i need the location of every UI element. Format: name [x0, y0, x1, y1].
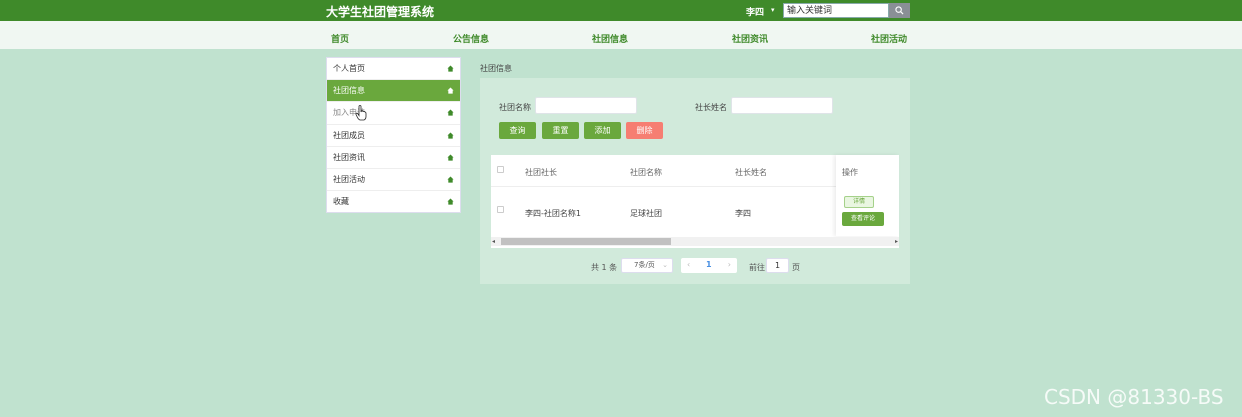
- club-name-label: 社团名称: [499, 103, 531, 112]
- detail-button[interactable]: 详情: [844, 196, 874, 208]
- sidebar-item-label: 社团信息: [333, 86, 365, 96]
- chevron-down-icon: ⌄: [662, 261, 668, 269]
- view-comments-button[interactable]: 查看评论: [842, 212, 884, 226]
- home-icon: [447, 109, 454, 116]
- chevron-down-icon[interactable]: ▾: [771, 6, 775, 14]
- query-button[interactable]: 查询: [499, 122, 536, 139]
- cell-club-name: 足球社团: [630, 209, 662, 218]
- watermark: CSDN @81330-BS: [1044, 385, 1224, 409]
- operations-column: 操作 详情 查看评论: [836, 155, 899, 236]
- sidebar-item-club-info[interactable]: 社团信息: [327, 80, 460, 103]
- sidebar-item-profile[interactable]: 个人首页: [327, 58, 460, 81]
- page-size-value: 7条/页: [634, 261, 655, 269]
- column-header: 操作: [842, 168, 858, 177]
- scroll-thumb[interactable]: [501, 238, 671, 245]
- sidebar: 个人首页 社团信息 加入申请 社团成员 社团资讯 社团活动 收藏: [326, 57, 461, 213]
- current-page[interactable]: 1: [706, 260, 712, 269]
- search-button[interactable]: [889, 3, 910, 18]
- main-nav: 首页 公告信息 社团信息 社团资讯 社团活动: [0, 21, 1242, 49]
- search-icon: [895, 6, 904, 15]
- sidebar-item-label: 个人首页: [333, 64, 365, 73]
- home-icon: [447, 65, 454, 72]
- cell-president-name: 李四: [735, 209, 751, 218]
- breadcrumb: 社团信息: [480, 64, 512, 73]
- column-header: 社团社长: [525, 168, 557, 177]
- home-icon: [447, 176, 454, 183]
- scroll-right-icon[interactable]: ▸: [895, 238, 898, 245]
- club-name-input[interactable]: [535, 97, 637, 114]
- user-menu[interactable]: 李四: [746, 5, 764, 18]
- next-page-icon[interactable]: ›: [728, 260, 731, 269]
- club-table: 社团社长 社团名称 社长姓名 李四-社团名称1 足球社团 李四 操作 详情 查看…: [491, 155, 899, 248]
- row-checkbox[interactable]: [497, 206, 504, 213]
- search-input[interactable]: 输入关键词: [783, 3, 889, 18]
- home-icon: [447, 132, 454, 139]
- sidebar-item-label: 收藏: [333, 197, 349, 207]
- prev-page-icon[interactable]: ‹: [687, 260, 690, 269]
- scroll-left-icon[interactable]: ◂: [492, 238, 495, 245]
- nav-announcements[interactable]: 公告信息: [453, 32, 489, 45]
- goto-page-input[interactable]: 1: [766, 258, 789, 273]
- add-button[interactable]: 添加: [584, 122, 621, 139]
- column-header: 社长姓名: [735, 168, 767, 177]
- top-header: 大学生社团管理系统 李四 ▾ 输入关键词: [0, 0, 1242, 21]
- hand-cursor-icon: [355, 105, 367, 121]
- page-size-select[interactable]: 7条/页 ⌄: [621, 258, 673, 273]
- sidebar-item-label: 社团活动: [333, 174, 365, 184]
- page-suffix: 页: [792, 263, 800, 272]
- goto-label: 前往: [749, 263, 765, 272]
- sidebar-item-favorites[interactable]: 收藏: [327, 191, 460, 213]
- delete-button[interactable]: 删除: [626, 122, 663, 139]
- president-name-label: 社长姓名: [695, 103, 727, 112]
- nav-club-info[interactable]: 社团信息: [592, 32, 628, 45]
- cell-president-account: 李四-社团名称1: [525, 209, 581, 218]
- sidebar-item-members[interactable]: 社团成员: [327, 125, 460, 147]
- home-icon: [447, 87, 454, 94]
- sidebar-item-join-request[interactable]: 加入申请: [327, 102, 460, 125]
- nav-home[interactable]: 首页: [331, 32, 349, 45]
- sidebar-item-activities[interactable]: 社团活动: [327, 169, 460, 192]
- home-icon: [447, 154, 454, 161]
- nav-club-news[interactable]: 社团资讯: [732, 32, 768, 45]
- pager: ‹ 1 ›: [681, 258, 737, 273]
- select-all-checkbox[interactable]: [497, 166, 504, 173]
- sidebar-item-label: 社团成员: [333, 130, 365, 140]
- pagination-total: 共 1 条: [591, 263, 618, 272]
- column-header: 社团名称: [630, 168, 662, 177]
- horizontal-scrollbar[interactable]: ◂ ▸: [491, 237, 899, 246]
- reset-button[interactable]: 重置: [542, 122, 579, 139]
- home-icon: [447, 198, 454, 205]
- president-name-input[interactable]: [731, 97, 833, 114]
- sidebar-item-label: 社团资讯: [333, 152, 365, 162]
- nav-club-activities[interactable]: 社团活动: [871, 32, 907, 45]
- app-title: 大学生社团管理系统: [326, 5, 435, 19]
- sidebar-item-news[interactable]: 社团资讯: [327, 147, 460, 169]
